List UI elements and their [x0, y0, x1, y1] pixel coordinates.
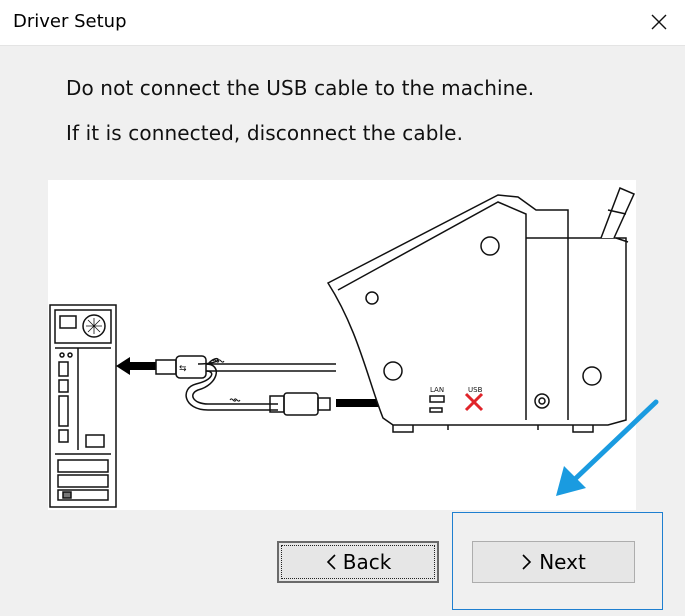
left-arrow — [116, 357, 156, 375]
back-button-label: Back — [342, 550, 392, 574]
instruction-line-1: Do not connect the USB cable to the mach… — [66, 76, 535, 100]
instruction-line-2: If it is connected, disconnect the cable… — [66, 121, 464, 145]
chevron-left-icon — [326, 554, 336, 570]
usb-cable — [185, 357, 336, 411]
usb-plug-right — [269, 392, 331, 416]
next-button[interactable]: Next — [472, 541, 635, 583]
chevron-right-icon — [522, 554, 532, 570]
close-button[interactable] — [641, 4, 677, 40]
svg-text:⇆: ⇆ — [179, 364, 187, 374]
port-label-lan: LAN — [430, 386, 444, 394]
back-button[interactable]: Back — [277, 541, 439, 583]
usb-plug-left: ⇆ — [155, 355, 207, 379]
next-button-label: Next — [539, 550, 586, 574]
blue-arrow-icon — [556, 399, 659, 496]
port-label-usb: USB — [468, 386, 483, 394]
title-bar: Driver Setup — [0, 0, 685, 46]
window-title: Driver Setup — [13, 11, 127, 32]
close-icon — [651, 14, 667, 30]
computer-tower — [49, 304, 117, 508]
